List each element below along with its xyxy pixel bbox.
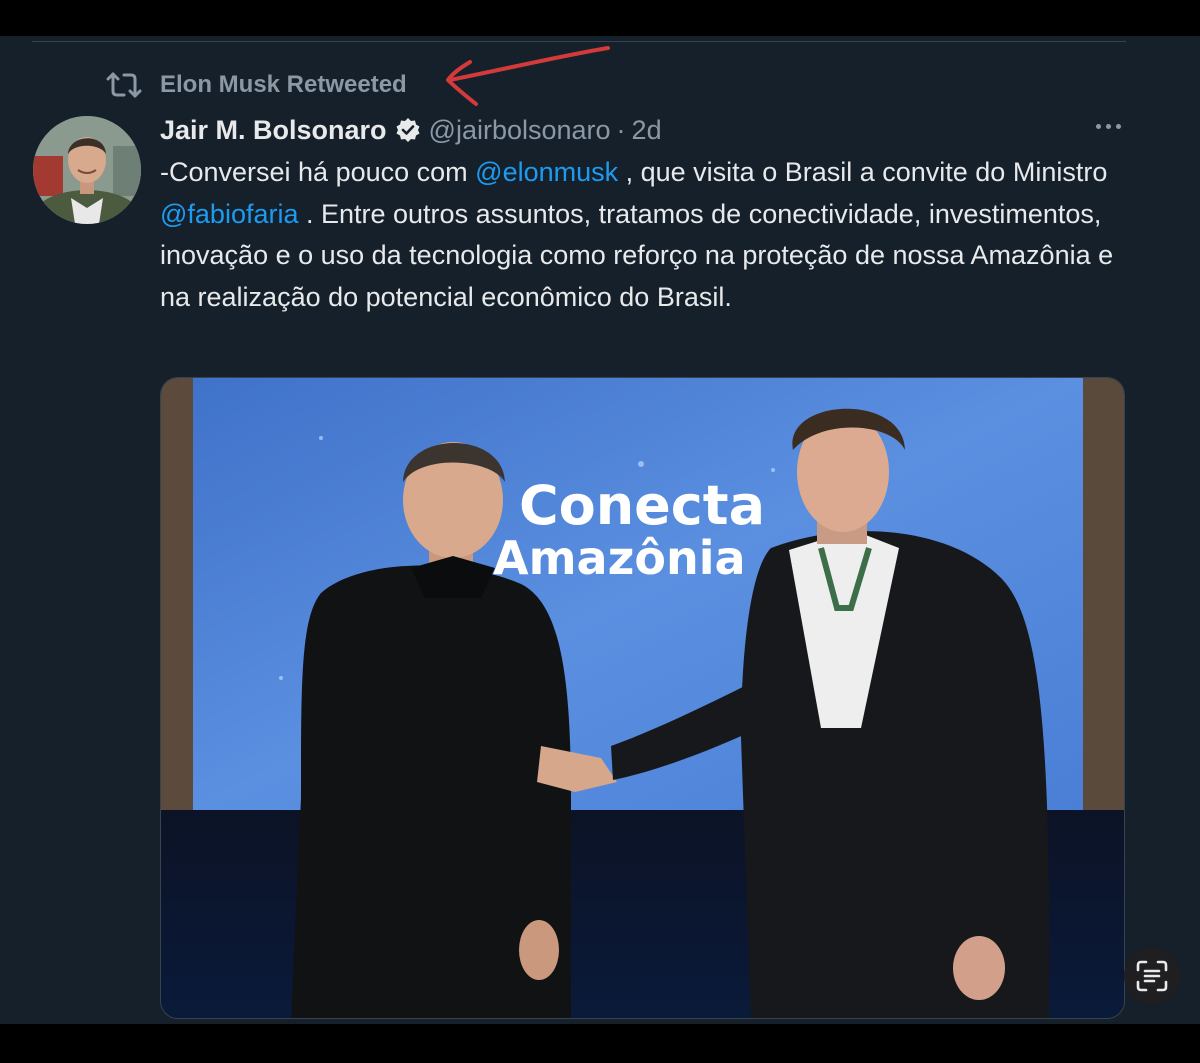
verified-badge-icon — [395, 117, 421, 143]
banner-line-2: Amazônia — [493, 531, 746, 585]
tweet-photo[interactable]: Conecta Amazônia — [160, 377, 1125, 1019]
scan-text-button[interactable] — [1124, 948, 1180, 1004]
author-name[interactable]: Jair M. Bolsonaro — [160, 115, 387, 146]
tweet-screen: Elon Musk Retweeted Jair M. Bolsonaro @j… — [0, 36, 1200, 1024]
tweet-text-part: -Conversei há pouco com — [160, 157, 476, 187]
tweet-text-part: , que visita o Brasil a convite do Minis… — [618, 157, 1108, 187]
retweet-label: Elon Musk Retweeted — [160, 71, 407, 98]
tweet-header: Jair M. Bolsonaro @jairbolsonaro · 2d — [160, 110, 662, 150]
mention-elonmusk[interactable]: @elonmusk — [475, 157, 618, 187]
banner-line-1: Conecta — [519, 474, 765, 537]
tweet-text-part: . Entre outros assuntos, tratamos de con… — [160, 198, 1114, 312]
mention-fabiofaria[interactable]: @fabiofaria — [160, 199, 298, 229]
retweet-context[interactable]: Elon Musk Retweeted — [106, 68, 407, 102]
separator-dot: · — [616, 114, 626, 145]
avatar[interactable] — [33, 116, 141, 224]
author-handle[interactable]: @jairbolsonaro — [429, 115, 611, 146]
annotation-arrow — [446, 46, 610, 106]
tweet-timestamp[interactable]: 2d — [632, 115, 662, 146]
retweet-icon — [106, 72, 142, 98]
scan-text-icon — [1136, 960, 1168, 992]
more-options-icon[interactable] — [1096, 124, 1121, 129]
tweet-text: -Conversei há pouco com @elonmusk , que … — [160, 152, 1120, 318]
